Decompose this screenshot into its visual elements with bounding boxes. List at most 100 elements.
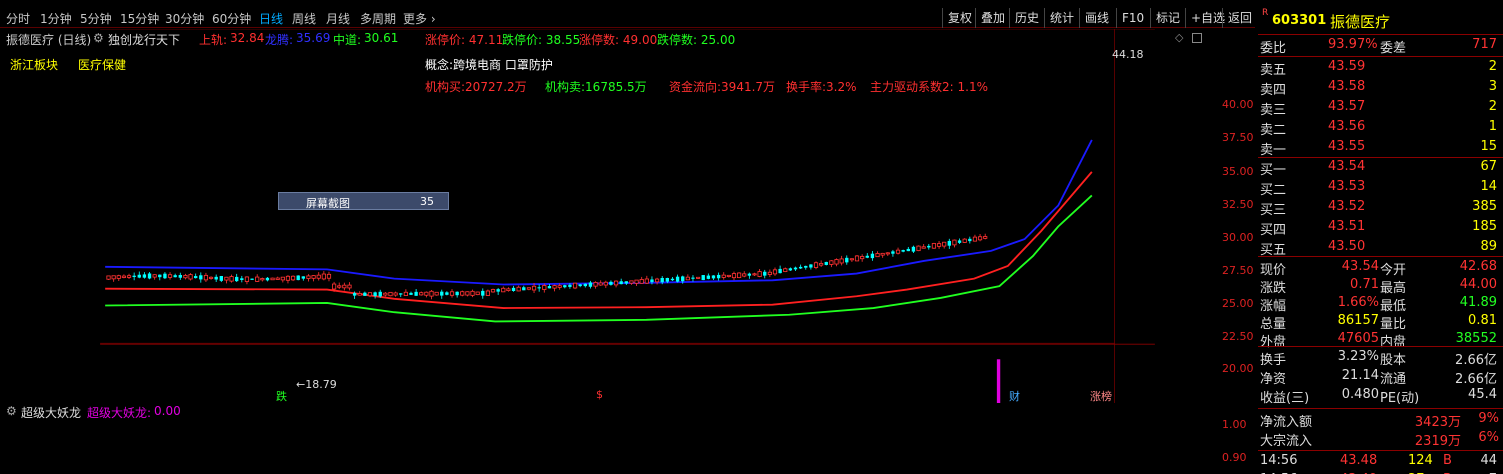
candle-body	[583, 283, 587, 287]
btn-restore-rights[interactable]: 复权	[942, 8, 977, 28]
sector-label-2[interactable]: 医疗保健	[78, 56, 126, 73]
candle-body	[111, 275, 116, 280]
candle-body	[260, 278, 265, 281]
ask-volume: 2	[1488, 99, 1497, 114]
candle-body	[957, 240, 962, 243]
bid-label: 买一	[1260, 163, 1287, 178]
tf-tab-5[interactable]: 60分钟	[212, 10, 251, 27]
candle-body	[849, 258, 855, 261]
candle-body	[598, 282, 603, 286]
candle-body	[126, 275, 132, 278]
dragon-band-value: 35.69	[296, 31, 331, 45]
tf-tab-1[interactable]: 1分钟	[40, 10, 72, 27]
limit-up-count: 涨停数: 49.00	[579, 33, 658, 47]
candle-body	[972, 236, 978, 242]
tf-tab-6[interactable]: 日线	[259, 10, 283, 27]
tf-tab-4[interactable]: 30分钟	[165, 10, 204, 27]
limit-up-price: 涨停价: 47.11	[425, 33, 504, 47]
candle-body	[270, 277, 275, 281]
stat-row: 现价 43.54 今开 42.68	[1258, 258, 1503, 278]
tf-tab-2[interactable]: 5分钟	[80, 10, 112, 27]
candle-body	[824, 261, 828, 265]
tick-row: 14:56 43.48 124 B 44	[1258, 452, 1503, 472]
candle-body	[885, 252, 890, 255]
btn-draw-line[interactable]: 画线	[1079, 8, 1114, 28]
panel-toggle-icon[interactable]	[1192, 33, 1202, 43]
screenshot-tooltip[interactable]: 屏幕截图 35	[278, 192, 449, 210]
sub-settings-icon[interactable]: ⚙	[6, 404, 17, 418]
stat-row: 涨跌 0.71 最高 44.00	[1258, 276, 1503, 296]
mid-band-value: 30.61	[364, 31, 399, 45]
flow-value: 3423万	[1414, 415, 1461, 430]
btn-overlay[interactable]: 叠加	[975, 8, 1010, 28]
candle-body	[772, 269, 778, 275]
chart-stock-name: 振德医疗 (日线)	[6, 33, 92, 47]
bid-row-1: 买一 43.54 67	[1258, 158, 1503, 178]
sector-label[interactable]: 浙江板块	[10, 56, 58, 73]
bid-label: 买二	[1260, 183, 1287, 198]
candle-body	[624, 281, 629, 284]
candle-body	[942, 241, 947, 247]
candle-body	[250, 278, 254, 280]
btn-mark[interactable]: 标记	[1150, 8, 1185, 28]
btn-f10[interactable]: F10	[1116, 8, 1149, 28]
diamond-icon[interactable]: ◇	[1175, 31, 1185, 44]
flow-label: 大宗流入	[1260, 434, 1313, 449]
candle-body	[481, 290, 485, 296]
candle-body	[865, 255, 869, 258]
candle-body	[522, 287, 526, 291]
ask-price: 43.55	[1328, 139, 1366, 154]
chevron-right-icon: ›	[430, 12, 436, 26]
stat-row: 净资 21.14 流通 2.66亿	[1258, 367, 1503, 387]
high-marker: 44.18	[1112, 48, 1144, 61]
tf-tab-more[interactable]: 更多 ›	[403, 10, 436, 27]
candle-body	[706, 275, 711, 279]
indicator-settings-icon[interactable]: ⚙	[93, 31, 104, 45]
ask-row-3: 卖三 43.57 2	[1258, 98, 1503, 118]
candle-body	[681, 276, 685, 282]
candle-body	[901, 250, 905, 252]
candle-body	[629, 280, 634, 284]
btn-back[interactable]: 返回	[1222, 8, 1257, 28]
candle-body	[952, 239, 957, 246]
tf-tab-0[interactable]: 分时	[6, 10, 30, 27]
candle-body	[367, 292, 373, 297]
candle-body	[275, 277, 280, 280]
candle-body	[716, 274, 721, 279]
candle-body	[613, 280, 619, 286]
bid-row-2: 买二 43.53 14	[1258, 178, 1503, 198]
candle-body	[870, 253, 875, 259]
candle-body	[809, 264, 813, 268]
ask-volume: 15	[1480, 139, 1497, 154]
price-tick: 30.00	[1222, 231, 1254, 244]
candle-body	[352, 293, 357, 296]
candle-body	[429, 290, 434, 297]
candle-body	[752, 273, 757, 276]
candle-body	[804, 265, 808, 268]
candle-body	[695, 276, 701, 279]
low-marker: ←18.79	[296, 378, 337, 391]
candle-body	[229, 276, 234, 282]
ask-price: 43.56	[1328, 119, 1366, 134]
btn-stats[interactable]: 统计	[1044, 8, 1079, 28]
candle-body	[685, 276, 690, 281]
btn-history[interactable]: 历史	[1009, 8, 1044, 28]
candle-body	[670, 278, 675, 281]
limit-down-count: 跌停数: 25.00	[657, 33, 736, 47]
weibi-row: 委比 93.97% 委差 717	[1258, 36, 1503, 56]
ask-label: 卖五	[1260, 63, 1287, 78]
bid-volume: 89	[1480, 239, 1497, 254]
tf-tab-8[interactable]: 月线	[326, 10, 350, 27]
price-tick: 40.00	[1222, 98, 1254, 111]
ask-volume: 3	[1488, 79, 1497, 94]
tf-tab-9[interactable]: 多周期	[360, 10, 396, 27]
bid-price: 43.53	[1328, 179, 1366, 194]
stat-value: 43.54	[1341, 259, 1379, 274]
price-tick: 27.50	[1222, 264, 1254, 277]
stat-value: 0.480	[1341, 387, 1379, 402]
tf-tab-3[interactable]: 15分钟	[120, 10, 159, 27]
candle-body	[121, 275, 127, 278]
candle-body	[409, 292, 413, 295]
fund-flow: 资金流向:3941.7万	[669, 80, 776, 94]
tf-tab-7[interactable]: 周线	[292, 10, 316, 27]
